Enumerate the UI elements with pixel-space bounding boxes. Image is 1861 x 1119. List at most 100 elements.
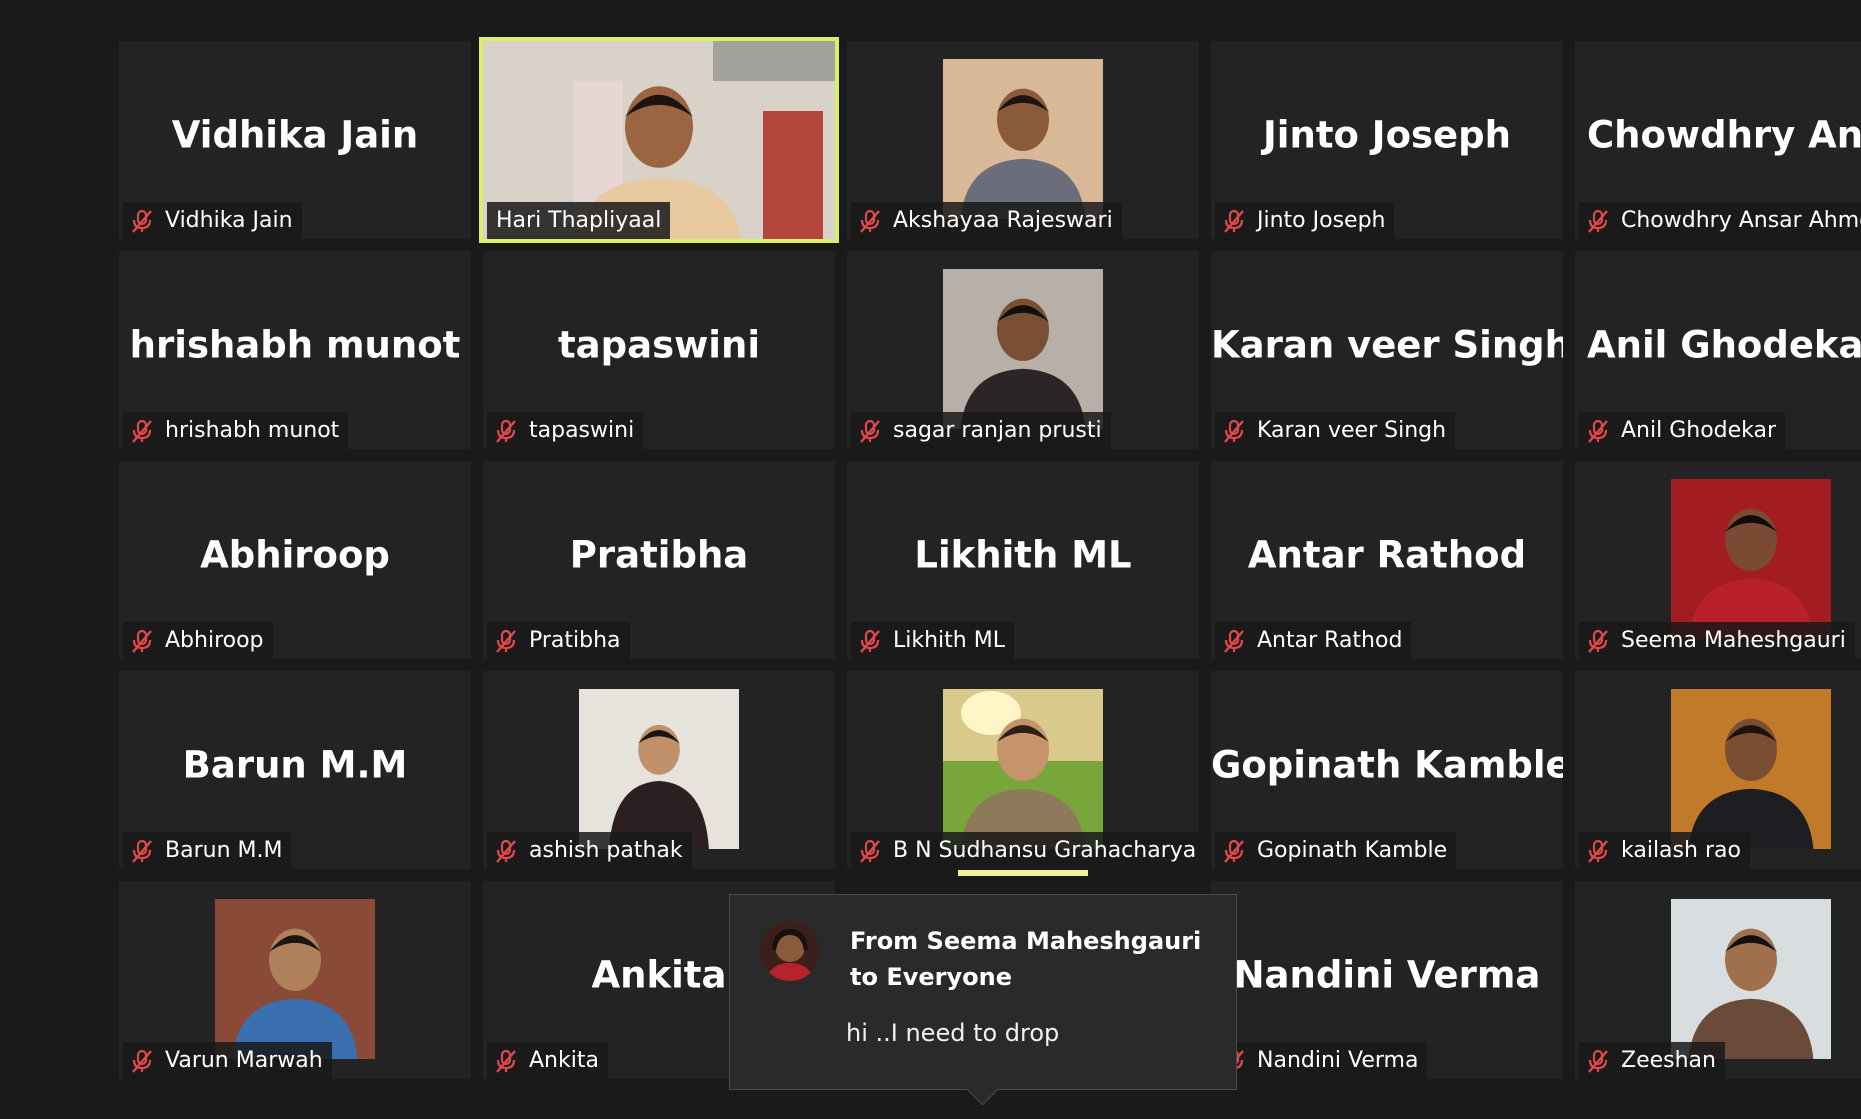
- mic-muted-icon: [1224, 419, 1244, 443]
- participant-tile[interactable]: Seema Maheshgauri: [1575, 461, 1861, 659]
- participant-display-name: Karan veer Singh: [1211, 323, 1563, 367]
- participant-tile[interactable]: Karan veer Singh Karan veer Singh: [1211, 251, 1563, 449]
- participant-tile[interactable]: Gopinath Kamble Gopinath Kamble: [1211, 671, 1563, 869]
- participant-video: [943, 59, 1103, 219]
- participant-display-name: Abhiroop: [200, 533, 390, 577]
- participant-tile[interactable]: Akshayaa Rajeswari: [847, 41, 1199, 239]
- participant-name-label: Anil Ghodekar: [1621, 418, 1777, 443]
- participant-name-tag: Antar Rathod: [1215, 622, 1412, 659]
- mic-muted-icon: [496, 629, 516, 653]
- participant-name-tag: Jinto Joseph: [1215, 202, 1395, 239]
- participant-display-name: Vidhika Jain: [171, 113, 419, 157]
- mic-muted-icon: [1224, 209, 1244, 233]
- participant-video: [1671, 479, 1831, 639]
- participant-name-tag: Vidhika Jain: [123, 202, 302, 239]
- mic-muted-icon: [860, 839, 880, 863]
- participant-display-name: Antar Rathod: [1247, 533, 1527, 577]
- participant-tile[interactable]: Nandini Verma Nandini Verma: [1211, 881, 1563, 1079]
- participant-name-label: B N Sudhansu Grahacharya: [893, 838, 1197, 863]
- participant-tile[interactable]: hrishabh munot hrishabh munot: [119, 251, 471, 449]
- participant-name-label: hrishabh munot: [165, 418, 340, 443]
- participant-tile[interactable]: tapaswini tapaswini: [483, 251, 835, 449]
- participant-display-name: Chowdhry Ans: [1587, 113, 1861, 157]
- participant-name-label: Seema Maheshgauri: [1621, 628, 1846, 653]
- participant-name-label: Pratibha: [529, 628, 621, 653]
- participant-name-label: Hari Thapliyaal: [496, 208, 662, 233]
- participant-tile[interactable]: Jinto Joseph Jinto Joseph: [1211, 41, 1563, 239]
- participant-tile[interactable]: B N Sudhansu Grahacharya: [847, 671, 1199, 869]
- participant-name-tag: Ankita: [487, 1042, 608, 1079]
- participant-name-label: Varun Marwah: [165, 1048, 323, 1073]
- participant-display-name: Likhith ML: [914, 533, 1132, 577]
- participant-name-tag: Akshayaa Rajeswari: [851, 202, 1122, 239]
- participant-tile[interactable]: Abhiroop Abhiroop: [119, 461, 471, 659]
- participant-name-label: tapaswini: [529, 418, 635, 443]
- chat-notification-popup[interactable]: From Seema Maheshgauri to Everyone hi ..…: [729, 894, 1237, 1106]
- participant-name-label: Jinto Joseph: [1257, 208, 1386, 233]
- participant-name-tag: hrishabh munot: [123, 412, 349, 449]
- participant-name-tag: Chowdhry Ansar Ahme: [1579, 202, 1861, 239]
- participant-video: [215, 899, 375, 1059]
- participant-tile[interactable]: kailash rao: [1575, 671, 1861, 869]
- chat-message-text: hi ..I need to drop: [846, 1019, 1060, 1047]
- mic-muted-icon: [1588, 629, 1608, 653]
- mic-muted-icon: [860, 209, 880, 233]
- participant-name-label: Likhith ML: [893, 628, 1005, 653]
- participant-name-tag: B N Sudhansu Grahacharya: [851, 832, 1199, 869]
- participant-tile[interactable]: Barun M.M Barun M.M: [119, 671, 471, 869]
- participant-tile[interactable]: Vidhika Jain Vidhika Jain: [119, 41, 471, 239]
- participant-name-tag: kailash rao: [1579, 832, 1750, 869]
- mic-muted-icon: [496, 419, 516, 443]
- participant-name-label: Vidhika Jain: [165, 208, 293, 233]
- participant-name-tag: Anil Ghodekar: [1579, 412, 1786, 449]
- participant-video: [943, 269, 1103, 429]
- mic-muted-icon: [496, 1049, 516, 1073]
- mic-muted-icon: [132, 839, 152, 863]
- participant-name-tag: Gopinath Kamble: [1215, 832, 1457, 869]
- participant-name-tag: tapaswini: [487, 412, 644, 449]
- mic-muted-icon: [496, 839, 516, 863]
- participant-display-name: Jinto Joseph: [1263, 113, 1511, 157]
- participant-tile[interactable]: Pratibha Pratibha: [483, 461, 835, 659]
- participant-name-tag: Barun M.M: [123, 832, 292, 869]
- participant-name-tag: Pratibha: [487, 622, 630, 659]
- participant-display-name: Pratibha: [569, 533, 749, 577]
- participant-tile[interactable]: Anil Ghodeka Anil Ghodekar: [1575, 251, 1861, 449]
- participant-name-label: ashish pathak: [529, 838, 683, 863]
- participant-tile[interactable]: ashish pathak: [483, 671, 835, 869]
- participant-tile[interactable]: Varun Marwah: [119, 881, 471, 1079]
- mic-muted-icon: [1588, 839, 1608, 863]
- participant-name-tag: Hari Thapliyaal: [487, 202, 671, 239]
- participant-display-name: Anil Ghodeka: [1587, 323, 1861, 367]
- participant-tile[interactable]: Chowdhry Ans Chowdhry Ansar Ahme: [1575, 41, 1861, 239]
- participant-tile[interactable]: Likhith ML Likhith ML: [847, 461, 1199, 659]
- participant-tile[interactable]: Antar Rathod Antar Rathod: [1211, 461, 1563, 659]
- participant-video: [1671, 689, 1831, 849]
- participant-name-label: Antar Rathod: [1257, 628, 1403, 653]
- participant-name-label: Gopinath Kamble: [1257, 838, 1448, 863]
- participant-display-name: tapaswini: [557, 323, 761, 367]
- chat-sender-avatar: [760, 921, 820, 981]
- participant-name-tag: Likhith ML: [851, 622, 1014, 659]
- mic-muted-icon: [1588, 419, 1608, 443]
- speaking-indicator-bar: [958, 870, 1088, 876]
- participant-tile[interactable]: Zeeshan: [1575, 881, 1861, 1079]
- participant-name-label: kailash rao: [1621, 838, 1741, 863]
- participant-name-label: Zeeshan: [1621, 1048, 1716, 1073]
- participant-tile[interactable]: Hari Thapliyaal: [479, 37, 839, 243]
- participant-name-label: Barun M.M: [165, 838, 283, 863]
- participant-name-label: Akshayaa Rajeswari: [893, 208, 1113, 233]
- mic-muted-icon: [1224, 629, 1244, 653]
- participant-name-tag: Seema Maheshgauri: [1579, 622, 1855, 659]
- participant-name-tag: Nandini Verma: [1215, 1042, 1428, 1079]
- mic-muted-icon: [132, 629, 152, 653]
- participant-tile[interactable]: sagar ranjan prusti: [847, 251, 1199, 449]
- participant-name-tag: Abhiroop: [123, 622, 273, 659]
- participant-display-name: Gopinath Kamble: [1211, 743, 1563, 787]
- participant-name-label: Karan veer Singh: [1257, 418, 1447, 443]
- participant-display-name: hrishabh munot: [129, 323, 461, 367]
- participant-video: [943, 689, 1103, 849]
- mic-muted-icon: [1588, 1049, 1608, 1073]
- mic-muted-icon: [860, 629, 880, 653]
- mic-muted-icon: [1588, 209, 1608, 233]
